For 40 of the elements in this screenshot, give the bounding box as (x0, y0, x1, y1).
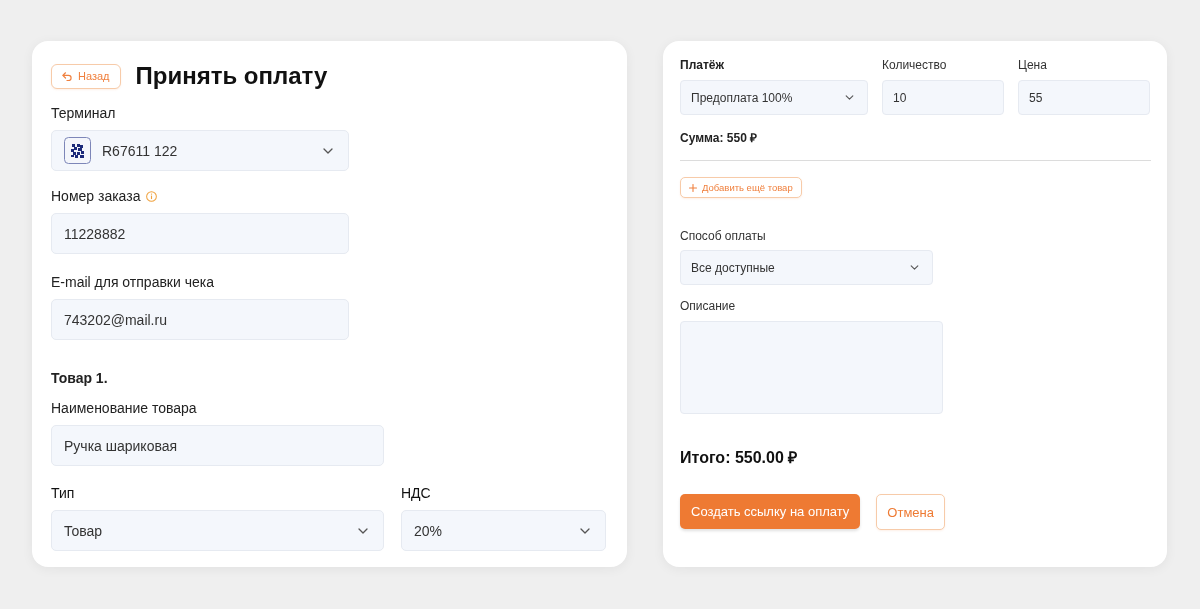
page-title: Принять оплату (135, 62, 328, 90)
total-text: Итого: 550.00 ₽ (680, 448, 798, 468)
payment-method-select[interactable]: Все доступные (680, 250, 933, 285)
chevron-down-icon (845, 95, 854, 100)
sum-text: Сумма: 550 ₽ (680, 131, 758, 145)
field-label: Номер заказа (51, 187, 141, 205)
chevron-down-icon (580, 527, 590, 534)
field-label: Наименование товара (51, 399, 197, 417)
field-label: E-mail для отправки чека (51, 273, 214, 291)
chevron-down-icon (358, 527, 368, 534)
chevron-down-icon (323, 147, 333, 154)
payment-value: Предоплата 100% (691, 90, 793, 105)
return-arrow-icon (62, 71, 72, 81)
item-heading: Товар 1. (51, 369, 108, 387)
terminal-value: R67611 122 (102, 142, 178, 159)
field-label: Описание (680, 298, 736, 314)
field-label: Цена (1018, 57, 1047, 73)
chevron-down-icon (910, 265, 919, 270)
vat-select[interactable]: 20% (401, 510, 606, 551)
vat-value: 20% (414, 522, 443, 539)
plus-icon (689, 183, 697, 192)
item-name-field[interactable]: Ручка шариковая (51, 425, 384, 466)
payment-select[interactable]: Предоплата 100% (680, 80, 868, 115)
payment-method-value: Все доступные (691, 260, 775, 275)
terminal-logo-icon (64, 137, 91, 164)
description-field[interactable] (680, 321, 943, 414)
type-select[interactable]: Товар (51, 510, 384, 551)
info-icon[interactable] (146, 190, 158, 202)
quantity-field[interactable]: 10 (882, 80, 1004, 115)
price-field[interactable]: 55 (1018, 80, 1150, 115)
type-value: Товар (64, 522, 103, 539)
field-label: Терминал (51, 104, 116, 122)
field-label: Способ оплаты (680, 228, 766, 244)
field-label: Платёж (680, 57, 724, 73)
email-field[interactable]: 743202@mail.ru (51, 299, 349, 340)
field-label: Количество (882, 57, 947, 73)
field-label: Тип (51, 484, 75, 502)
terminal-select[interactable]: R67611 122 (51, 130, 349, 171)
order-number-field[interactable]: 11228882 (51, 213, 349, 254)
field-label: НДС (401, 484, 431, 502)
